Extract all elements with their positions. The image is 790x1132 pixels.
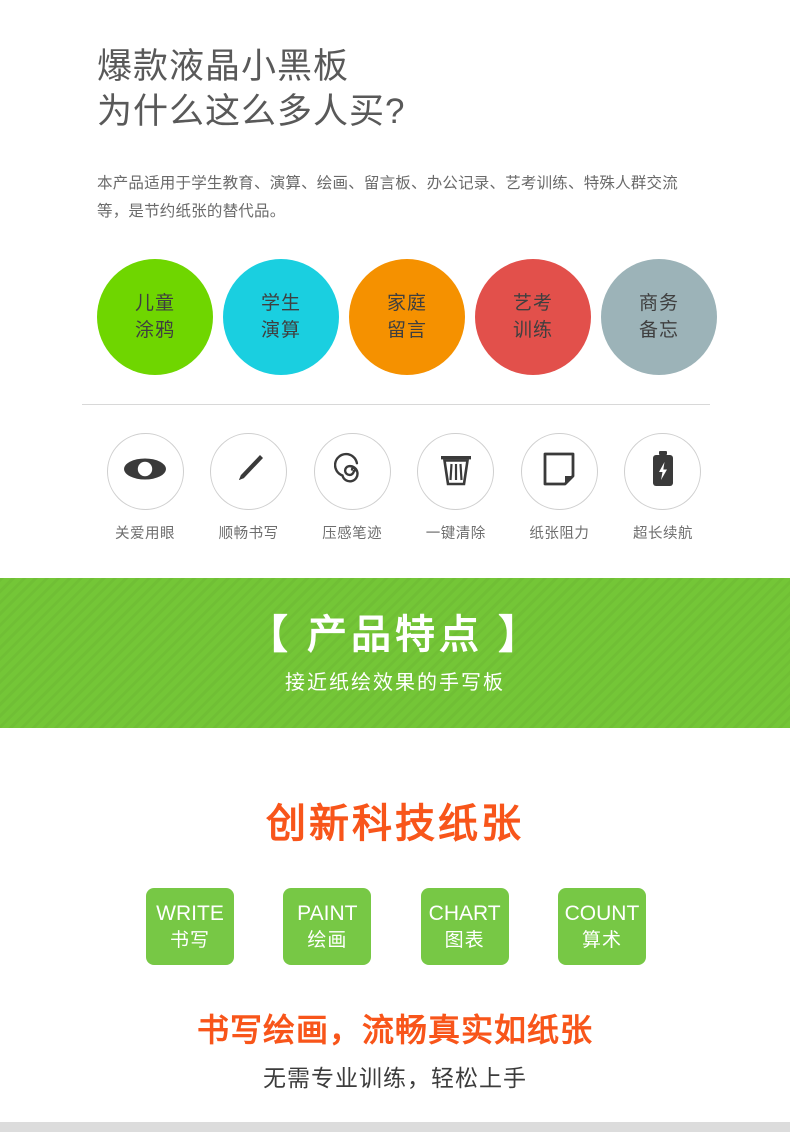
feature-icon-frame <box>106 433 184 510</box>
feature-item-paper-resistance: 纸张阻力 <box>518 433 600 548</box>
eye-icon <box>123 454 167 489</box>
capability-tag-cn: 绘画 <box>307 929 348 951</box>
paper-icon <box>542 451 576 492</box>
pen-icon <box>231 451 267 492</box>
use-case-circle-business-memo: 商务 备忘 <box>601 259 717 375</box>
innovation-heading: 创新科技纸张 <box>266 802 524 846</box>
product-detail-page: 爆款液晶小黑板 为什么这么多人买? 本产品适用于学生教育、演算、绘画、留言板、办… <box>0 0 790 1132</box>
page-title-line-2: 为什么这么多人买? <box>97 92 406 131</box>
use-case-label-line-2: 备忘 <box>638 320 679 341</box>
feature-icon-row: 关爱用眼 顺畅书写 压感笔迹 一键清除 纸张阻力 超长续航 <box>104 433 704 548</box>
use-case-label-line-1: 艺考 <box>512 293 553 314</box>
battery-icon <box>650 450 676 493</box>
feature-icon-frame <box>313 433 391 510</box>
feature-icon-frame <box>210 433 288 510</box>
use-case-circle-children-doodle: 儿童 涂鸦 <box>97 259 213 375</box>
feature-label: 一键清除 <box>425 526 486 542</box>
use-case-label-line-1: 儿童 <box>134 293 175 314</box>
feature-label: 超长续航 <box>632 526 693 542</box>
capability-tag-cn: 书写 <box>169 929 210 951</box>
capability-tag-en: CHART <box>428 901 501 925</box>
capability-tag-count: COUNT 算术 <box>557 888 646 965</box>
section-divider <box>82 404 710 405</box>
capability-tag-en: WRITE <box>156 901 224 925</box>
capability-tag-chart: CHART 图表 <box>420 888 509 965</box>
product-features-banner: 【 产品特点 】 接近纸绘效果的手写板 <box>0 578 790 728</box>
spiral-icon <box>334 451 370 492</box>
feature-label: 顺畅书写 <box>218 526 279 542</box>
feature-label: 关爱用眼 <box>115 526 175 542</box>
capability-tag-row: WRITE 书写 PAINT 绘画 CHART 图表 COUNT 算术 <box>146 888 646 966</box>
footer-headline: 书写绘画，流畅真实如纸张 <box>196 1012 593 1048</box>
feature-item-pressure-strokes: 压感笔迹 <box>311 433 393 548</box>
use-case-circle-family-message: 家庭 留言 <box>349 259 465 375</box>
banner-subtitle: 接近纸绘效果的手写板 <box>285 672 505 694</box>
use-case-label-line-2: 演算 <box>260 320 301 341</box>
bottom-strip <box>0 1122 790 1132</box>
feature-item-long-battery: 超长续航 <box>622 433 704 548</box>
capability-tag-en: COUNT <box>564 901 640 925</box>
trash-icon <box>440 451 472 492</box>
feature-icon-frame <box>624 433 702 510</box>
use-case-circle-student-calculation: 学生 演算 <box>223 259 339 375</box>
page-title: 爆款液晶小黑板 为什么这么多人买? <box>97 44 717 134</box>
feature-icon-frame <box>520 433 598 510</box>
feature-icon-frame <box>417 433 495 510</box>
use-case-circle-row: 儿童 涂鸦 学生 演算 家庭 留言 艺考 训练 商务 备忘 <box>97 258 717 376</box>
footer-subline: 无需专业训练，轻松上手 <box>263 1065 527 1091</box>
feature-label: 纸张阻力 <box>529 526 590 542</box>
feature-item-eye-care: 关爱用眼 <box>104 433 186 548</box>
use-case-label-line-1: 学生 <box>260 293 301 314</box>
capability-tag-cn: 图表 <box>444 929 485 951</box>
capability-tag-cn: 算术 <box>581 929 622 951</box>
use-case-label-line-2: 训练 <box>512 320 553 341</box>
capability-tag-write: WRITE 书写 <box>146 888 234 965</box>
intro-paragraph: 本产品适用于学生教育、演算、绘画、留言板、办公记录、艺考训练、特殊人群交流等，是… <box>97 175 678 220</box>
page-title-line-1: 爆款液晶小黑板 <box>97 47 350 86</box>
capability-tag-en: PAINT <box>297 901 358 925</box>
use-case-label-line-1: 家庭 <box>386 293 427 314</box>
use-case-label-line-1: 商务 <box>638 293 679 314</box>
feature-item-smooth-writing: 顺畅书写 <box>208 433 290 548</box>
use-case-label-line-2: 涂鸦 <box>134 320 175 341</box>
feature-item-one-key-clear: 一键清除 <box>415 433 497 548</box>
use-case-label-line-2: 留言 <box>386 320 427 341</box>
use-case-circle-art-exam-training: 艺考 训练 <box>475 259 591 375</box>
capability-tag-paint: PAINT 绘画 <box>283 888 372 965</box>
banner-title: 【 产品特点 】 <box>247 613 543 657</box>
feature-label: 压感笔迹 <box>322 526 383 542</box>
